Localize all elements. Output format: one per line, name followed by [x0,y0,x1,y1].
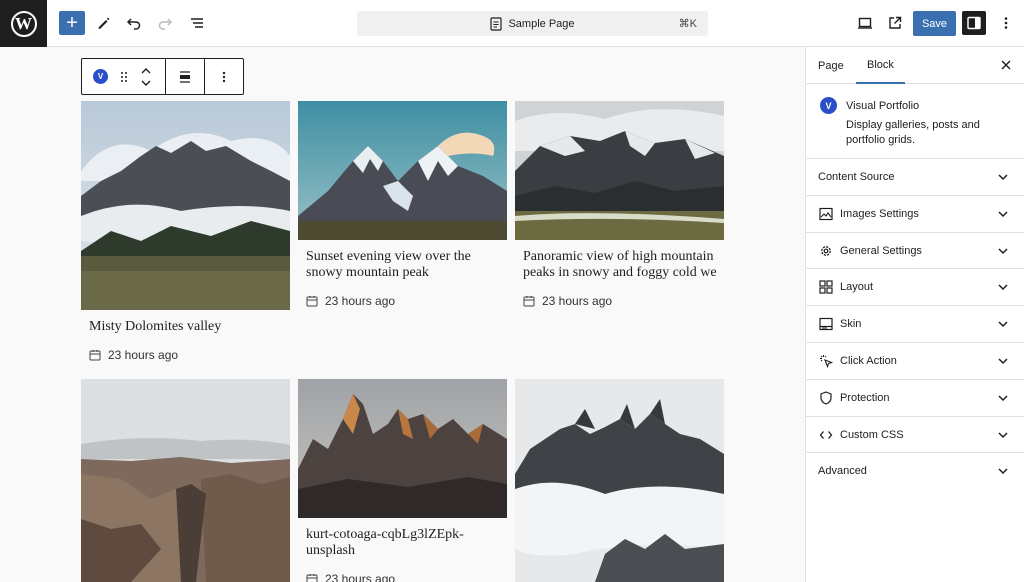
chevron-down-icon [998,174,1008,181]
item-title[interactable]: kurt-cotoaga-cqbLg3lZEpk- unsplash [298,527,507,559]
external-link-icon [889,16,902,29]
chevron-down-icon [998,468,1008,475]
panel-click-action[interactable]: Click Action [806,343,1024,380]
view-page-button[interactable] [883,11,907,35]
document-title: Sample Page [508,17,575,30]
close-icon [1001,60,1011,70]
chevron-down-icon [998,211,1008,217]
panel-skin[interactable]: Skin [806,306,1024,343]
plus-icon: + [66,12,78,34]
tools-button[interactable] [91,11,115,35]
block-card: V Visual Portfolio Display galleries, po… [806,84,1024,159]
block-name: Visual Portfolio [846,100,920,112]
portfolio-item[interactable]: Misty Dolomites valley 23 hours ago [81,101,290,362]
pencil-icon [98,17,110,29]
sidebar-panel-icon [967,16,981,30]
item-image[interactable] [81,379,290,582]
more-vertical-icon [1004,17,1008,29]
panel-layout[interactable]: Layout [806,269,1024,307]
visual-portfolio-icon: V [820,97,837,114]
options-menu-button[interactable] [994,11,1018,35]
calendar-icon [306,296,318,307]
align-button[interactable] [166,59,205,94]
calendar-icon [306,574,318,582]
editor-header: W + Sample Page ⌘K Save [0,0,1024,47]
settings-toggle-button[interactable] [962,11,986,35]
item-image[interactable] [298,379,507,518]
grid-icon [819,280,833,294]
drag-handle-icon[interactable] [120,71,128,83]
skin-icon [819,318,833,331]
redo-button[interactable] [153,11,177,35]
visual-portfolio-block-icon[interactable]: V [93,69,108,84]
tab-block[interactable]: Block [856,47,905,84]
wordpress-logo-icon: W [10,10,37,37]
tab-page[interactable]: Page [818,47,844,84]
desktop-icon [858,17,872,29]
chevron-down-icon [998,432,1008,438]
item-date: 23 hours ago [298,294,507,308]
item-title[interactable]: Panoramic view of high mountain peaks in… [515,249,724,281]
panel-general-settings[interactable]: General Settings [806,233,1024,270]
settings-sidebar: Page Block V Visual Portfolio Display ga… [805,47,1024,582]
block-options-button[interactable] [205,59,243,94]
more-vertical-icon [222,71,226,82]
chevron-down-icon [998,321,1008,328]
preview-button[interactable] [853,11,877,35]
redo-icon [158,18,173,30]
align-center-icon [180,70,190,83]
item-image[interactable] [81,101,290,310]
wordpress-logo-button[interactable]: W [0,0,47,47]
chevron-down-icon [998,284,1008,291]
item-date: 23 hours ago [515,294,724,308]
panel-custom-css[interactable]: Custom CSS [806,417,1024,454]
portfolio-item[interactable] [81,379,290,582]
add-block-button[interactable]: + [59,11,85,35]
save-button[interactable]: Save [913,11,956,36]
calendar-icon [523,296,535,307]
chevron-down-icon [998,248,1008,254]
shield-icon [820,391,832,405]
chevron-down-icon [998,395,1008,401]
item-image[interactable] [298,101,507,240]
undo-icon [126,18,141,30]
item-title[interactable]: Sunset evening view over the snowy mount… [298,249,507,281]
portfolio-item[interactable]: Sunset evening view over the snowy mount… [298,101,507,308]
code-icon [819,430,833,439]
block-description: Display galleries, posts and portfolio g… [846,119,980,146]
gear-icon [821,245,831,256]
keyboard-shortcut: ⌘K [678,18,697,30]
editor-canvas[interactable]: V Misty Dolomites valley 23 hours ago Su… [0,47,805,582]
page-icon [490,16,503,31]
close-sidebar-button[interactable] [998,57,1014,73]
cursor-click-icon [820,354,833,368]
portfolio-item[interactable] [515,379,724,582]
item-date: 23 hours ago [81,348,290,362]
move-up-down-icon[interactable] [140,66,152,88]
chevron-down-icon [998,358,1008,365]
item-title[interactable]: Misty Dolomites valley [81,319,290,335]
panel-advanced[interactable]: Advanced [806,453,1024,490]
block-parent-controls: V [82,59,166,94]
item-image[interactable] [515,379,724,582]
undo-button[interactable] [122,11,146,35]
command-palette-bar[interactable]: Sample Page ⌘K [357,11,708,36]
item-date: 23 hours ago [298,572,507,582]
calendar-icon [89,350,101,361]
block-toolbar: V [81,58,244,95]
list-view-icon [191,18,203,28]
panel-content-source[interactable]: Content Source [806,159,1024,196]
portfolio-item[interactable]: Panoramic view of high mountain peaks in… [515,101,724,308]
document-overview-button[interactable] [185,11,209,35]
portfolio-item[interactable]: kurt-cotoaga-cqbLg3lZEpk- unsplash 23 ho… [298,379,507,582]
panel-protection[interactable]: Protection [806,380,1024,417]
item-image[interactable] [515,101,724,240]
panel-images-settings[interactable]: Images Settings [806,196,1024,233]
sidebar-tabs: Page Block [806,47,1024,84]
image-icon [819,207,833,220]
